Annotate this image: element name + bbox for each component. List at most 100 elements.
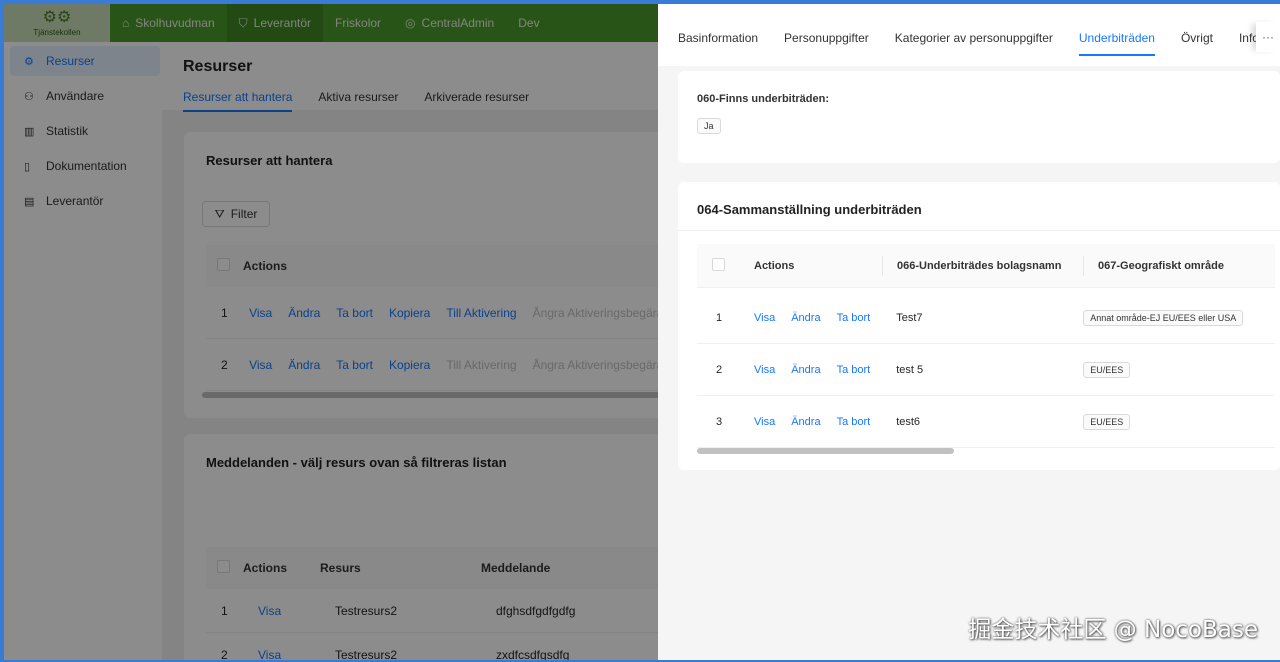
ta-bort-link[interactable]: Ta bort bbox=[336, 358, 373, 372]
top-nav-centraladmin[interactable]: ◎ CentralAdmin bbox=[393, 4, 506, 42]
tab-arkiverade-resurser[interactable]: Arkiverade resurser bbox=[424, 90, 529, 112]
sidebar-item-resurser[interactable]: ⚙ Resurser bbox=[10, 46, 160, 76]
cell-bolagsnamn: test 5 bbox=[896, 363, 924, 376]
tab-basinformation[interactable]: Basinformation bbox=[678, 4, 758, 66]
angra-aktivering-link[interactable]: Ångra Aktiveringsbegäran bbox=[533, 306, 670, 320]
table-row: 3 Visa Ändra Ta bort test6 EU/EES bbox=[697, 396, 1275, 448]
visa-link[interactable]: Visa bbox=[754, 416, 775, 428]
watermark: 掘金技术社区 @ NocoBase bbox=[968, 617, 1258, 643]
andra-link[interactable]: Ändra bbox=[288, 358, 320, 372]
andra-link[interactable]: Ändra bbox=[791, 312, 820, 324]
table-row: 2 Visa Ändra Ta bort test 5 EU/EES bbox=[697, 344, 1275, 396]
document-icon: ▯ bbox=[24, 160, 31, 173]
filter-button[interactable]: ⛛ Filter bbox=[202, 201, 270, 227]
tab-resurser-att-hantera[interactable]: Resurser att hantera bbox=[183, 90, 293, 112]
column-bolagsnamn: 066-Underbiträdes bolagsnamn bbox=[897, 259, 1062, 272]
select-all-checkbox[interactable] bbox=[217, 258, 230, 271]
underbitraden-field-card: 060-Finns underbiträden: Ja bbox=[678, 71, 1280, 163]
kopiera-link[interactable]: Kopiera bbox=[389, 358, 430, 372]
form-icon: ▤ bbox=[24, 195, 35, 208]
ta-bort-link[interactable]: Ta bort bbox=[837, 312, 871, 324]
row-index: 3 bbox=[716, 415, 723, 428]
top-nav-leverantor[interactable]: ⛉ Leverantör bbox=[226, 4, 324, 42]
messages-card-title: Meddelanden - välj resurs ovan så filtre… bbox=[206, 455, 507, 470]
ta-bort-link[interactable]: Ta bort bbox=[336, 306, 373, 320]
sidebar-item-statistik[interactable]: ▥ Statistik bbox=[10, 116, 160, 146]
field-value-tag: Ja bbox=[697, 118, 721, 134]
row-index: 1 bbox=[221, 305, 228, 320]
tab-ovrigt[interactable]: Övrigt bbox=[1181, 4, 1213, 66]
row-index: 2 bbox=[716, 363, 723, 376]
column-actions: Actions bbox=[243, 259, 288, 273]
globe-icon: ◎ bbox=[405, 16, 416, 30]
column-meddelande: Meddelande bbox=[481, 561, 551, 575]
building-icon: ⌂ bbox=[122, 16, 130, 30]
settings-icon: ⚙ bbox=[24, 55, 34, 68]
cell-bolagsnamn: Test7 bbox=[896, 311, 923, 324]
drawer-tabs: Basinformation Personuppgifter Kategorie… bbox=[658, 4, 1280, 66]
tab-personuppgifter[interactable]: Personuppgifter bbox=[784, 4, 869, 66]
resources-card-title: Resurser att hantera bbox=[206, 153, 333, 168]
cell-meddelande: dfghsdfgdfgdfg bbox=[496, 603, 576, 618]
andra-link[interactable]: Ändra bbox=[288, 306, 320, 320]
column-geografiskt-omrade: 067-Geografiskt område bbox=[1098, 259, 1224, 272]
angra-aktivering-link[interactable]: Ångra Aktiveringsbegäran bbox=[533, 358, 670, 372]
area-tag: EU/EES bbox=[1083, 361, 1131, 378]
gears-logo-icon: ⚙⚙ bbox=[42, 8, 72, 26]
top-nav-skolhuvudman[interactable]: ⌂ Skolhuvudman bbox=[110, 4, 227, 42]
visa-link[interactable]: Visa bbox=[249, 306, 272, 320]
logo[interactable]: ⚙⚙ Tjänstekollen bbox=[4, 4, 110, 42]
select-all-checkbox[interactable] bbox=[712, 257, 725, 271]
area-tag: EU/EES bbox=[1083, 413, 1131, 430]
sammanstallning-title: 064-Sammanställning underbiträden bbox=[697, 202, 922, 217]
horizontal-scrollbar[interactable] bbox=[202, 392, 662, 398]
sidebar: ⚙ Resurser ⚇ Användare ▥ Statistik ▯ Dokumen… bbox=[4, 42, 162, 660]
cell-bolagsnamn: test6 bbox=[896, 415, 921, 428]
table-row: 1 Visa Ändra Ta bort Test7 Annat område-… bbox=[697, 292, 1275, 344]
resources-card: Resurser att hantera ⛛ Filter Actions 1 V… bbox=[184, 132, 686, 418]
row-index: 1 bbox=[221, 603, 228, 618]
main-content: Resurser Resurser att hantera Aktiva res… bbox=[162, 42, 686, 660]
sidebar-item-anvandare[interactable]: ⚇ Användare bbox=[10, 81, 160, 111]
visa-link[interactable]: Visa bbox=[258, 648, 320, 661]
tab-aktiva-resurser[interactable]: Aktiva resurser bbox=[318, 90, 398, 112]
messages-table-header: Actions Resurs Meddelande bbox=[206, 547, 686, 589]
column-actions: Actions bbox=[243, 561, 288, 575]
tab-kategorier[interactable]: Kategorier av personuppgifter bbox=[895, 4, 1053, 66]
table-row: 2 Visa Testresurs2 zxdfcsdfgsdfg bbox=[206, 633, 686, 661]
logo-text: Tjänstekollen bbox=[33, 27, 81, 37]
page-tabs: Resurser att hantera Aktiva resurser Ark… bbox=[183, 90, 662, 112]
more-tabs-icon[interactable]: ··· bbox=[1256, 22, 1280, 52]
cell-resurs: Testresurs2 bbox=[335, 603, 398, 618]
table-row: 2 Visa Ändra Ta bort Kopiera Till Aktive… bbox=[206, 339, 686, 391]
visa-link[interactable]: Visa bbox=[754, 364, 775, 376]
kopiera-link[interactable]: Kopiera bbox=[389, 306, 430, 320]
andra-link[interactable]: Ändra bbox=[791, 416, 820, 428]
top-nav-dev[interactable]: Dev bbox=[506, 4, 551, 42]
cell-meddelande: zxdfcsdfgsdfg bbox=[496, 647, 570, 661]
horizontal-scrollbar[interactable] bbox=[697, 448, 954, 454]
resources-table-header: Actions bbox=[206, 245, 686, 287]
area-tag: Annat område-EJ EU/EES eller USA bbox=[1083, 309, 1244, 326]
till-aktivering-link[interactable]: Till Aktivering bbox=[446, 358, 516, 372]
visa-link[interactable]: Visa bbox=[258, 604, 320, 618]
select-all-checkbox[interactable] bbox=[217, 560, 230, 573]
sidebar-item-dokumentation[interactable]: ▯ Dokumentation bbox=[10, 151, 160, 181]
visa-link[interactable]: Visa bbox=[249, 358, 272, 372]
andra-link[interactable]: Ändra bbox=[791, 364, 820, 376]
messages-card: Meddelanden - välj resurs ovan så filtre… bbox=[184, 434, 686, 661]
field-label: 060-Finns underbiträden: bbox=[697, 93, 830, 105]
ta-bort-link[interactable]: Ta bort bbox=[837, 416, 871, 428]
page-header: Resurser Resurser att hantera Aktiva res… bbox=[162, 42, 662, 112]
drawer: Basinformation Personuppgifter Kategorie… bbox=[658, 4, 1280, 660]
sidebar-item-leverantor[interactable]: ▤ Leverantör bbox=[10, 186, 160, 216]
chart-icon: ▥ bbox=[24, 125, 35, 138]
sammanstallning-card: 064-Sammanställning underbiträden Action… bbox=[678, 182, 1280, 470]
tab-underbitraden[interactable]: Underbiträden bbox=[1078, 4, 1155, 66]
ta-bort-link[interactable]: Ta bort bbox=[837, 364, 871, 376]
filter-icon: ⛛ bbox=[214, 206, 225, 221]
top-nav-friskolor[interactable]: Friskolor bbox=[323, 4, 393, 42]
till-aktivering-link[interactable]: Till Aktivering bbox=[446, 306, 516, 320]
visa-link[interactable]: Visa bbox=[754, 312, 775, 324]
table-row: 1 Visa Ändra Ta bort Kopiera Till Aktive… bbox=[206, 287, 686, 339]
